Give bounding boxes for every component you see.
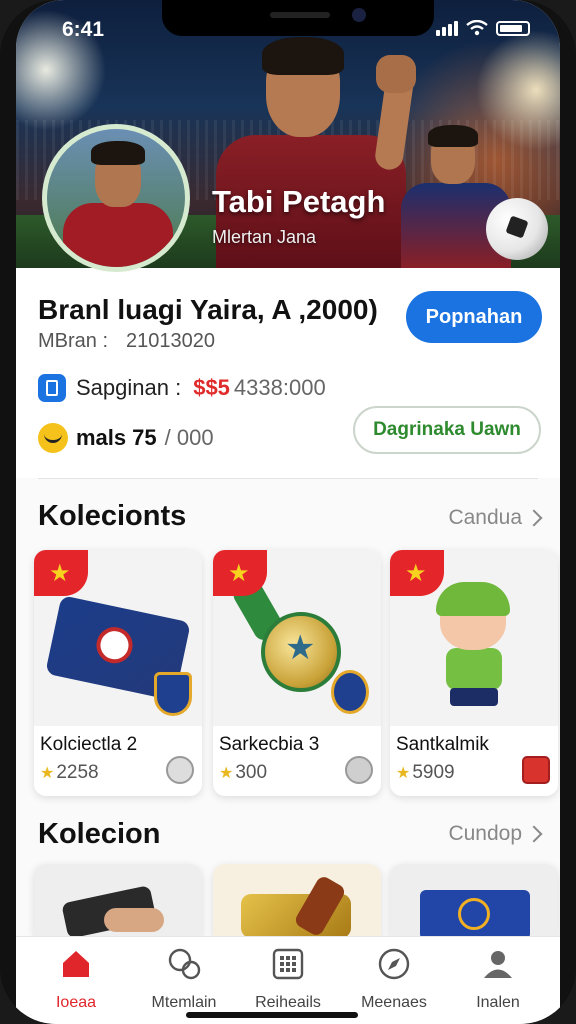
profile-id-value: 21013020 [126, 330, 216, 352]
tab-matches[interactable]: Mtemlain [130, 947, 238, 1012]
tab-profile[interactable]: Inalen [444, 947, 552, 1012]
secondary-action-button[interactable]: Dagrinaka Uawn [353, 406, 541, 454]
wallet-icon [38, 374, 66, 402]
collection-card[interactable]: Sarkecbia 3 ★300 [213, 550, 381, 796]
card-name: Santkalmik [396, 734, 489, 755]
tab-home[interactable]: Ioeaa [22, 947, 130, 1012]
see-all-link-collection[interactable]: Cundop [448, 822, 543, 846]
card-image [34, 864, 202, 944]
balance-amount: $$5 [193, 375, 230, 400]
collection-card[interactable] [390, 864, 558, 944]
card-points: ★ 300 [219, 762, 267, 784]
primary-action-button[interactable]: Popnahan [406, 291, 542, 343]
section-title-collection: Kolecion [38, 818, 161, 850]
collection-card[interactable]: Santkalmik ★5909 [390, 550, 558, 796]
timer-icon [166, 756, 194, 784]
medal-image [261, 612, 341, 692]
profile-icon [484, 951, 512, 978]
card-name: Sarkecbia 3 [219, 734, 320, 755]
crest-icon [154, 672, 192, 716]
star-icon: ★ [40, 765, 55, 782]
phone-frame: Tabi Petagh Mlertan Jana 6:41 Branl luag… [0, 0, 576, 1024]
star-badge-icon [390, 550, 444, 596]
crest-icon [522, 756, 550, 784]
toy-body [446, 648, 502, 690]
badge-icon [331, 670, 369, 714]
section-title-collections: Kolecionts [38, 500, 187, 532]
tab-label: Inalen [476, 994, 520, 1011]
see-all-label: Candua [448, 506, 522, 529]
compass-icon [378, 948, 410, 980]
profile-card: Branl luagi Yaira, A ,2000) MBran : 21013… [16, 268, 560, 478]
silver-medal-icon [345, 756, 373, 784]
profile-id: MBran : 21013020 [38, 330, 215, 353]
hero-subtitle: Mlertan Jana [212, 227, 317, 247]
coin-icon [38, 423, 68, 453]
chevron-right-icon [525, 825, 543, 843]
ball-icon [168, 948, 201, 980]
profile-title: Branl luagi Yaira, A ,2000) [38, 294, 378, 325]
soccer-ball-image [486, 198, 548, 260]
see-all-label: Cundop [448, 822, 522, 845]
card-name: Kolciectla 2 [40, 734, 138, 755]
tab-explore[interactable]: Meenaes [340, 947, 448, 1012]
balance-row: Sapginan : $$5 4338:000 [38, 374, 326, 402]
status-bar: 6:41 [16, 0, 560, 60]
wifi-icon [466, 20, 488, 36]
balance-label: Sapginan : [76, 375, 182, 400]
collection-card[interactable] [34, 864, 202, 944]
points-row: mals 75 / 000 [38, 423, 214, 453]
chevron-right-icon [525, 509, 543, 527]
home-icon [63, 951, 89, 977]
card-points-value: 300 [235, 762, 268, 783]
profile-id-label: MBran : [38, 330, 109, 352]
battery-icon [496, 20, 530, 36]
balance-total: 4338:000 [233, 375, 326, 400]
card-image [390, 864, 558, 944]
grid-icon [272, 948, 304, 980]
star-badge-icon [213, 550, 267, 596]
star-badge-icon [34, 550, 88, 596]
status-time: 6:41 [62, 18, 105, 41]
star-icon: ★ [219, 765, 234, 782]
toy-legs [450, 688, 498, 706]
points-value: 75 [132, 425, 157, 450]
points-label: mals [76, 425, 127, 450]
collection-card[interactable]: Kolciectla 2 ★2258 [34, 550, 202, 796]
tab-label: Meenaes [361, 994, 427, 1011]
raised-fist [376, 55, 416, 93]
bottom-tab-bar: Ioeaa Mtemlain Reiheails Meenaes Inalen [16, 936, 560, 1024]
see-all-link-collections[interactable]: Candua [448, 506, 543, 530]
divider [38, 478, 538, 479]
points-total: / 000 [164, 425, 214, 450]
collection-card[interactable] [213, 864, 381, 944]
card-image [213, 864, 381, 944]
app-screen: Tabi Petagh Mlertan Jana 6:41 Branl luag… [16, 0, 560, 1024]
tab-label: Reiheails [255, 994, 321, 1011]
card-points-value: 5909 [412, 762, 455, 783]
card-points: ★ 2258 [40, 762, 99, 784]
card-points-value: 2258 [56, 762, 99, 783]
hero-name: Tabi Petagh [212, 184, 386, 219]
signal-icon [436, 20, 458, 36]
home-indicator [186, 1012, 358, 1018]
tab-label: Ioeaa [55, 994, 97, 1011]
avatar[interactable] [42, 124, 190, 272]
tab-label: Mtemlain [151, 994, 217, 1011]
card-points: ★ 5909 [396, 762, 455, 784]
tab-grid[interactable]: Reiheails [234, 947, 342, 1012]
star-icon: ★ [396, 765, 411, 782]
toy-cap [436, 582, 510, 616]
